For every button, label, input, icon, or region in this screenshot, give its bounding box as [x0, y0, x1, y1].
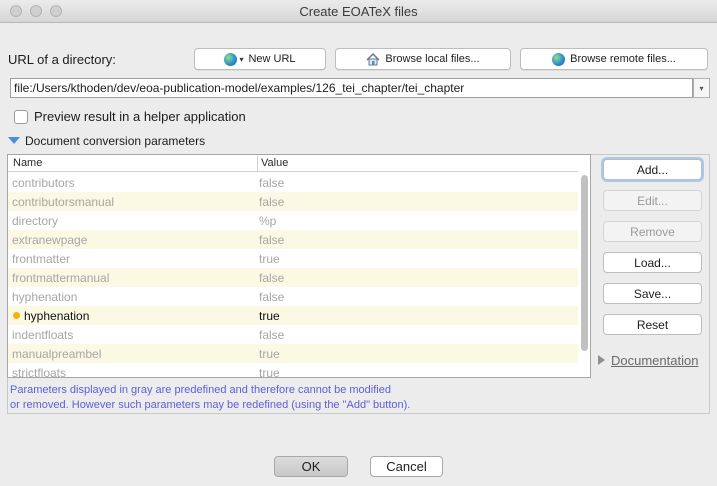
param-name: indentfloats — [12, 328, 74, 342]
browse-remote-files-button[interactable]: Browse remote files... — [520, 48, 708, 70]
edit-button[interactable]: Edit... — [603, 190, 702, 211]
add-button[interactable]: Add... — [603, 159, 702, 180]
disclosure-triangle-icon[interactable] — [598, 355, 605, 365]
table-row[interactable]: hyphenation true — [8, 306, 578, 325]
table-row[interactable]: contributorsmanual false — [8, 192, 578, 211]
table-row[interactable]: frontmattermanual false — [8, 268, 578, 287]
table-body: contributors false contributorsmanual false… — [8, 173, 578, 377]
params-table: Name Value contributors false contributors… — [7, 154, 591, 378]
hint-text: Parameters displayed in gray are predefi… — [10, 383, 590, 413]
load-button[interactable]: Load... — [603, 252, 702, 273]
param-value: true — [259, 366, 280, 377]
hint-line: Parameters displayed in gray are predefi… — [10, 384, 391, 396]
param-value: false — [259, 290, 285, 304]
browse-local-label: Browse local files... — [385, 53, 480, 65]
reset-button[interactable]: Reset — [603, 314, 702, 335]
save-button[interactable]: Save... — [603, 283, 702, 304]
chevron-down-icon: ▾ — [699, 83, 704, 93]
window-title: Create EOATeX files — [299, 4, 418, 19]
table-header: Name Value — [8, 155, 578, 172]
column-divider[interactable] — [257, 156, 258, 171]
param-value: true — [259, 252, 280, 266]
param-name: directory — [12, 214, 59, 228]
preview-checkbox[interactable] — [14, 110, 28, 124]
url-history-dropdown[interactable]: ▾ — [693, 78, 710, 98]
table-row[interactable]: directory %p — [8, 211, 578, 230]
param-name: extranewpage — [12, 233, 88, 247]
url-input[interactable]: file:/Users/kthoden/dev/eoa-publication-… — [10, 78, 693, 98]
params-section-label[interactable]: Document conversion parameters — [25, 134, 205, 148]
remove-button[interactable]: Remove — [603, 221, 702, 242]
column-header-name[interactable]: Name — [13, 157, 42, 169]
table-row[interactable]: strictfloats true — [8, 363, 578, 377]
param-value: false — [259, 195, 285, 209]
title-bar: Create EOATeX files — [0, 0, 717, 23]
table-row[interactable]: manualpreambel true — [8, 344, 578, 363]
browse-local-files-button[interactable]: Browse local files... — [335, 48, 511, 70]
param-value: false — [259, 271, 285, 285]
param-name: frontmatter — [12, 252, 71, 266]
param-name: hyphenation — [12, 290, 78, 304]
param-value: false — [259, 176, 285, 190]
param-name: frontmattermanual — [12, 271, 110, 285]
param-value: true — [259, 347, 280, 361]
new-url-button[interactable]: ▾ New URL — [194, 48, 326, 70]
globe-icon — [552, 52, 566, 66]
param-name: contributorsmanual — [12, 195, 115, 209]
house-icon — [366, 52, 380, 65]
param-value: %p — [259, 214, 277, 228]
param-value: true — [259, 309, 280, 323]
param-name: manualpreambel — [12, 347, 102, 361]
table-row[interactable]: indentfloats false — [8, 325, 578, 344]
table-row[interactable]: hyphenation false — [8, 287, 578, 306]
ok-button[interactable]: OK — [274, 456, 348, 477]
custom-param-dot-icon — [13, 312, 20, 319]
param-value: false — [259, 233, 285, 247]
table-row[interactable]: extranewpage false — [8, 230, 578, 249]
dropdown-arrow-icon: ▾ — [239, 54, 244, 64]
param-name: hyphenation — [24, 309, 90, 323]
scrollbar-thumb[interactable] — [581, 175, 588, 351]
globe-icon — [224, 52, 238, 66]
param-name: contributors — [12, 176, 75, 190]
preview-label: Preview result in a helper application — [34, 109, 246, 124]
browse-remote-label: Browse remote files... — [570, 53, 676, 65]
disclosure-triangle-icon[interactable] — [8, 137, 20, 144]
column-header-value[interactable]: Value — [261, 157, 288, 169]
param-value: false — [259, 328, 285, 342]
table-row[interactable]: frontmatter true — [8, 249, 578, 268]
documentation-link[interactable]: Documentation — [611, 353, 698, 368]
table-row[interactable]: contributors false — [8, 173, 578, 192]
hint-line: or removed. However such parameters may … — [10, 399, 411, 411]
cancel-button[interactable]: Cancel — [370, 456, 443, 477]
param-name: strictfloats — [12, 366, 67, 377]
new-url-label: New URL — [248, 53, 296, 65]
url-label: URL of a directory: — [8, 52, 116, 67]
